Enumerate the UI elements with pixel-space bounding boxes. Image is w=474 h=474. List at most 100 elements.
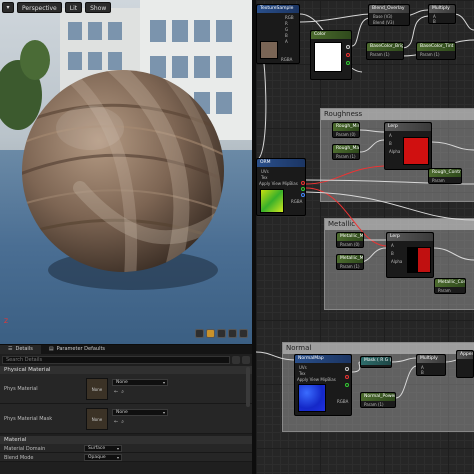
- browse-icon[interactable]: ⌕: [121, 419, 124, 425]
- node-multiply-normal-title: Multiply: [417, 355, 445, 363]
- pin-rgba: RGBA: [281, 57, 293, 62]
- details-search-input[interactable]: Search Details: [2, 356, 230, 364]
- node-blend-overlay[interactable]: Blend_Overlay Base (V3) Blend (V3): [368, 4, 410, 26]
- pin-rgba: RGBA: [291, 199, 303, 204]
- show-button[interactable]: Show: [85, 2, 112, 13]
- node-rough-min[interactable]: Rough_Min Param (0): [332, 122, 360, 138]
- pin-output-rgb[interactable]: [345, 367, 349, 371]
- node-multiply-top-title: Multiply: [429, 5, 455, 13]
- pin-param: Param (1): [364, 402, 384, 407]
- pin-b: B: [391, 251, 394, 256]
- node-lerp-metallic-title: Lerp: [387, 233, 433, 241]
- plane-icon[interactable]: [217, 329, 226, 338]
- pin-output-r[interactable]: [346, 53, 350, 57]
- pin-output[interactable]: [346, 45, 350, 49]
- perspective-button[interactable]: Perspective: [17, 2, 62, 13]
- tab-details[interactable]: ☰ Details: [0, 345, 41, 354]
- preview-viewport[interactable]: ▾ Perspective Lit Show Z: [0, 0, 252, 344]
- cylinder-icon[interactable]: [195, 329, 204, 338]
- node-normal-power[interactable]: Normal_Power Param (1): [360, 392, 396, 408]
- use-selected-icon[interactable]: ←: [114, 419, 118, 425]
- browse-icon[interactable]: ⌕: [121, 389, 124, 395]
- node-lerp-roughness[interactable]: Lerp A B Alpha: [384, 122, 432, 170]
- node-texturesample-top[interactable]: TextureSample RGB R G B A RGBA: [256, 4, 300, 64]
- phys-material-actions: ← ⌕: [114, 389, 124, 395]
- pin-param: Param: [438, 288, 451, 293]
- pin-output-g[interactable]: [346, 61, 350, 65]
- pin-a: A: [389, 133, 392, 138]
- node-metallic-min[interactable]: Metallic_Min Param (0): [336, 232, 364, 248]
- node-multiply-top[interactable]: Multiply A B: [428, 4, 456, 24]
- orm-texture-thumbnail: [260, 189, 284, 213]
- node-rough-max[interactable]: Rough_Max Param (1): [332, 144, 360, 160]
- normal-texture-thumbnail: [298, 384, 326, 412]
- material-domain-dropdown[interactable]: Surface ▾: [84, 445, 122, 452]
- phys-material-mask-dropdown[interactable]: None ▾: [112, 409, 168, 416]
- node-orm-texturesample-title: ORM: [257, 159, 305, 167]
- pin-uvs: UVs: [299, 365, 307, 370]
- phys-material-value: None: [116, 380, 128, 385]
- node-blend-overlay-title: Blend_Overlay: [369, 5, 409, 13]
- pin-a: A: [391, 243, 394, 248]
- tab-details-label: Details: [15, 346, 33, 352]
- sphere-icon[interactable]: [206, 329, 215, 338]
- material-graph[interactable]: Roughness Metallic Normal TextureSample …: [256, 0, 474, 474]
- pin-output-r[interactable]: [345, 375, 349, 379]
- teapot-icon[interactable]: [239, 329, 248, 338]
- pin-output-g[interactable]: [345, 383, 349, 387]
- details-scrollbar[interactable]: [246, 367, 250, 407]
- node-basecolor-bright-title: BaseColor_Bright: [367, 43, 403, 51]
- pin-output-g[interactable]: [301, 187, 305, 191]
- pin-output-b[interactable]: [301, 193, 305, 197]
- phys-material-label: Phys Material: [4, 386, 38, 392]
- section-physical-material[interactable]: Physical Material: [0, 366, 252, 374]
- node-multiply-normal[interactable]: Multiply A B: [416, 354, 446, 376]
- roughness-preview: [403, 137, 429, 165]
- node-basecolor-tint[interactable]: BaseColor_Tint Param (1): [416, 42, 456, 60]
- search-icon[interactable]: [232, 356, 240, 364]
- phys-material-mask-thumbnail[interactable]: None: [86, 408, 108, 430]
- details-icon: ☰: [8, 346, 13, 352]
- parameter-icon: ▤: [48, 346, 54, 352]
- phys-material-thumbnail[interactable]: None: [86, 378, 108, 400]
- details-tab-bar: ☰ Details ▤ Parameter Defaults: [0, 345, 252, 354]
- use-selected-icon[interactable]: ←: [114, 389, 118, 395]
- viewport-options-button[interactable]: ▾: [2, 2, 14, 13]
- chevron-down-icon: ▾: [162, 380, 165, 385]
- tab-parameter-defaults[interactable]: ▤ Parameter Defaults: [41, 345, 113, 354]
- pin-param: Param (1): [370, 52, 390, 57]
- node-mask-rg-title: Mask ( R G ): [361, 357, 391, 365]
- node-orm-texturesample[interactable]: ORM UVs Tex Apply View MipBias RGBA: [256, 158, 306, 216]
- phys-material-dropdown[interactable]: None ▾: [112, 379, 168, 386]
- node-basecolor-bright[interactable]: BaseColor_Bright Param (1): [366, 42, 404, 60]
- node-metallic-max-title: Metallic_Max: [337, 255, 363, 263]
- blend-mode-dropdown[interactable]: Opaque ▾: [84, 454, 122, 461]
- node-lerp-metallic[interactable]: Lerp A B Alpha: [386, 232, 434, 278]
- pin-b: B: [285, 33, 288, 38]
- node-normalmap[interactable]: NormalMap UVs Tex Apply View MipBias RGB…: [294, 354, 352, 416]
- node-color-constant[interactable]: Color: [310, 30, 352, 80]
- pin-alpha: Alpha: [391, 259, 403, 264]
- comment-roughness-title: Roughness: [321, 109, 474, 120]
- pin-output-r[interactable]: [301, 181, 305, 185]
- pin-blend: Blend (V3): [373, 20, 395, 25]
- node-metallic-contr[interactable]: Metallic_Contr Param: [434, 278, 466, 294]
- node-rough-contrast[interactable]: Rough_Contr Param: [428, 168, 462, 184]
- node-mask-rg[interactable]: Mask ( R G ): [360, 356, 392, 368]
- phys-material-mask-value: None: [116, 410, 128, 415]
- pin-uvs: UVs: [261, 169, 269, 174]
- section-material[interactable]: Material: [0, 436, 252, 444]
- perspective-label: Perspective: [22, 5, 57, 12]
- lit-button[interactable]: Lit: [64, 2, 83, 13]
- pin-b: B: [421, 370, 424, 375]
- node-append[interactable]: Append: [456, 350, 474, 378]
- eye-icon[interactable]: [242, 356, 250, 364]
- pin-g: G: [285, 27, 289, 32]
- details-search-row: Search Details: [2, 355, 250, 365]
- node-metallic-max[interactable]: Metallic_Max Param (1): [336, 254, 364, 270]
- pin-b: B: [389, 141, 392, 146]
- pin-rgb: RGB: [285, 15, 294, 20]
- cube-icon[interactable]: [228, 329, 237, 338]
- node-normalmap-title: NormalMap: [295, 355, 351, 363]
- pin-param: Param (0): [336, 132, 356, 137]
